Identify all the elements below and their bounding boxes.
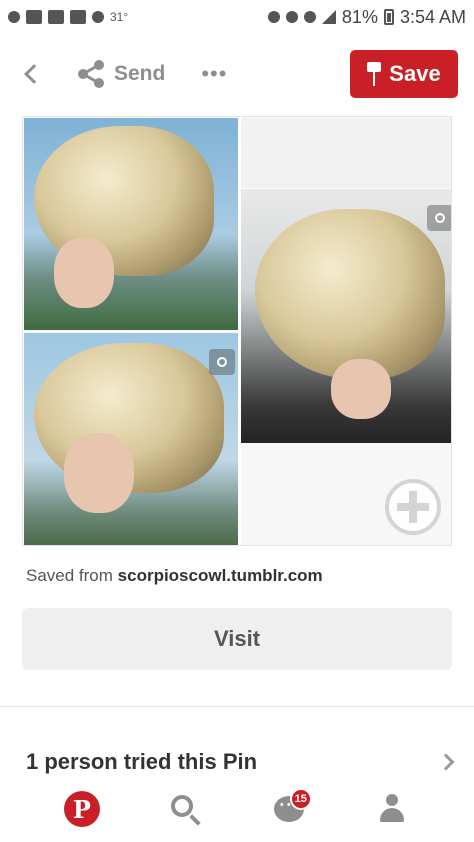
- battery-percent: 81%: [341, 6, 378, 27]
- pin-toolbar: Send ••• Save: [0, 48, 474, 100]
- wifi-icon: [303, 11, 316, 23]
- image-icon: [48, 10, 64, 24]
- plus-icon: [70, 10, 86, 24]
- chevron-right-icon: [437, 753, 455, 771]
- visit-button[interactable]: Visit: [22, 608, 452, 670]
- chevron-left-icon: [24, 64, 44, 84]
- visit-label: Visit: [213, 626, 261, 651]
- collage-divider: [238, 117, 241, 545]
- pinterest-logo-icon: P: [63, 791, 100, 827]
- clock: 3:54 AM: [399, 6, 466, 27]
- pushpin-icon: [367, 62, 382, 86]
- send-button[interactable]: Send: [76, 59, 165, 89]
- battery-icon: [383, 9, 394, 25]
- pin-image[interactable]: [22, 116, 452, 546]
- nav-profile[interactable]: [367, 784, 417, 834]
- weather-temp: 31°: [110, 10, 129, 24]
- source-prefix: Saved from: [26, 566, 118, 585]
- send-label: Send: [114, 62, 166, 85]
- share-icon: [78, 60, 104, 88]
- back-button[interactable]: [16, 59, 46, 89]
- nav-search[interactable]: [160, 784, 210, 834]
- hairstyle-photo-profile: [24, 333, 238, 545]
- save-button[interactable]: Save: [350, 50, 458, 98]
- hairstyle-photo-side: [24, 118, 238, 330]
- status-bar: 31° 81% 3:54 AM: [0, 0, 474, 34]
- bottom-nav: P 15: [0, 776, 474, 842]
- visual-search-icon[interactable]: [209, 349, 235, 375]
- search-icon: [171, 795, 194, 817]
- more-options-button[interactable]: •••: [201, 61, 227, 87]
- source-line: Saved from scorpioscowl.tumblr.com: [26, 566, 323, 586]
- status-right: 81% 3:54 AM: [267, 6, 466, 28]
- notification-badge: 15: [289, 788, 312, 810]
- photo-background: [241, 118, 451, 188]
- tried-label: 1 person tried this Pin: [26, 749, 258, 774]
- dots-grid-icon: [8, 11, 20, 23]
- visual-search-icon[interactable]: [427, 205, 451, 231]
- nav-home[interactable]: P: [57, 784, 107, 834]
- status-left: 31°: [8, 10, 128, 24]
- mute-icon: [267, 11, 280, 23]
- section-divider: [0, 706, 474, 707]
- nav-notifications[interactable]: 15: [264, 784, 314, 834]
- alarm-icon: [285, 11, 298, 23]
- mail-icon: [26, 10, 42, 24]
- crosshair-icon: [385, 479, 441, 535]
- hairstyle-photo-back: [241, 189, 451, 443]
- profile-icon: [378, 794, 406, 824]
- signal-icon: [321, 10, 336, 24]
- wrench-icon: [92, 11, 104, 23]
- source-domain-link[interactable]: scorpioscowl.tumblr.com: [118, 566, 323, 585]
- save-label: Save: [389, 61, 441, 86]
